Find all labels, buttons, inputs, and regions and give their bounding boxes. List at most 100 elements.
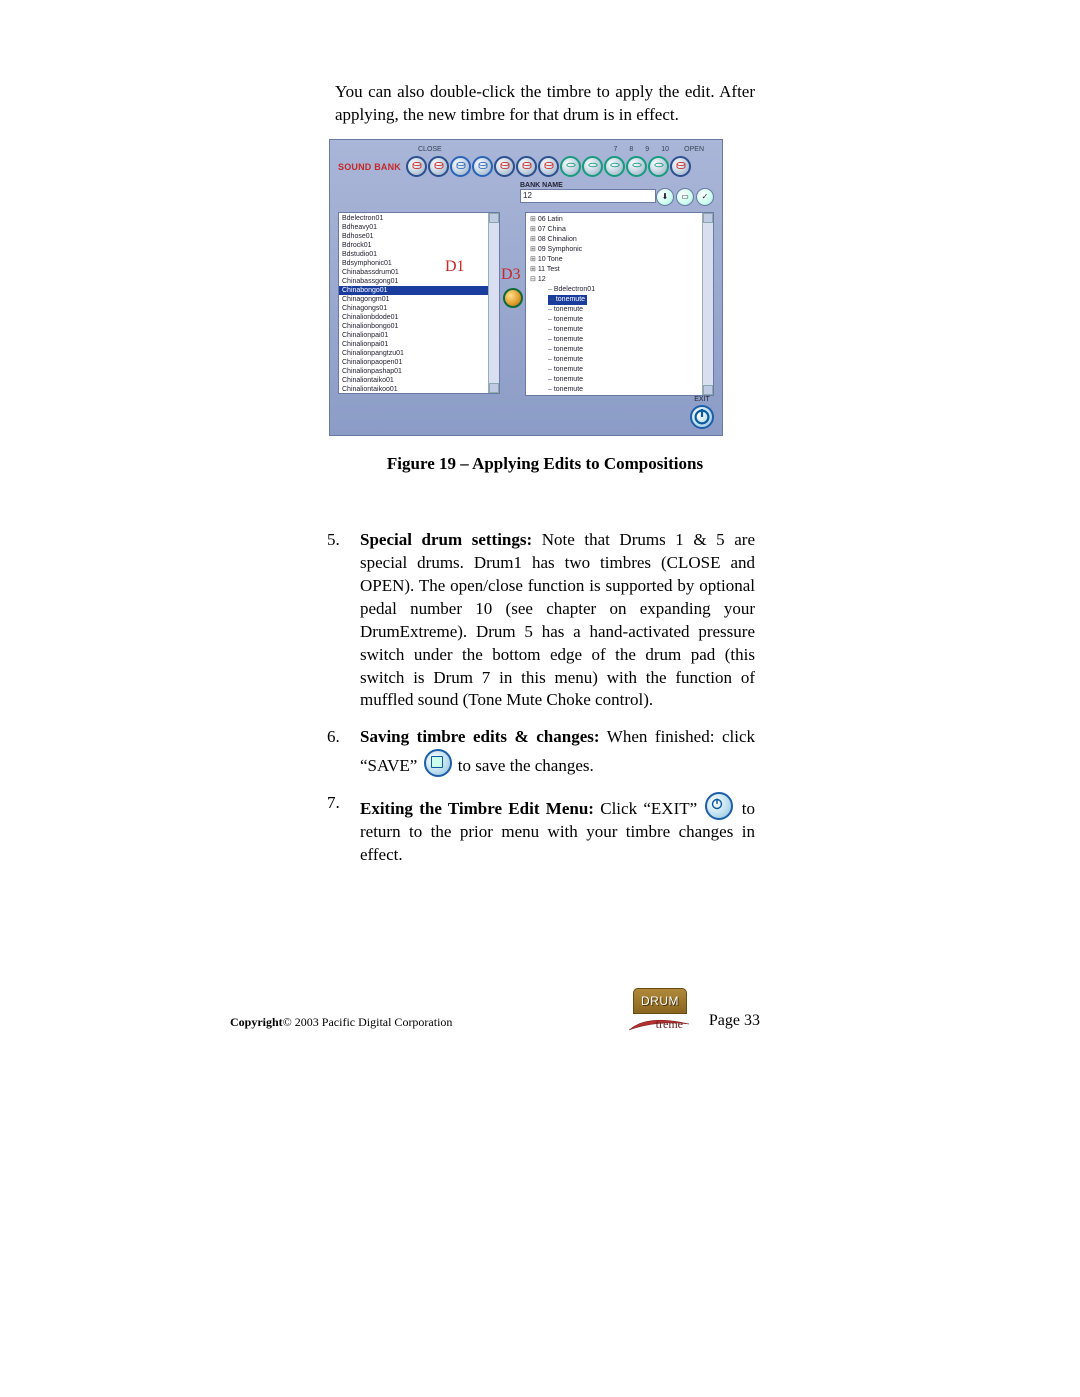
drum-extreme-logo: DRUM treme	[633, 988, 685, 1034]
d1-annotation: D1	[445, 258, 465, 276]
step-7: Exiting the Timbre Edit Menu: Click “EXI…	[335, 792, 755, 867]
copyright-bold: Copyright	[230, 1015, 283, 1029]
tree-node-open[interactable]: 12	[530, 275, 709, 285]
figure-caption: Figure 19 – Applying Edits to Compositio…	[335, 454, 755, 474]
tree-node[interactable]: 06 Latin	[530, 215, 709, 225]
drum-num-8: 8	[629, 146, 633, 153]
timbre-list-item[interactable]: Chinagongm01	[339, 295, 499, 304]
drum-button-3[interactable]	[450, 156, 471, 177]
tree-child[interactable]: tonemute	[548, 345, 709, 355]
tree-child[interactable]: tonemute	[548, 355, 709, 365]
apply-icon[interactable]	[503, 288, 523, 308]
intro-line1: You can also double-click the timbre to …	[335, 82, 715, 101]
tree-scroll-down-button[interactable]	[703, 385, 713, 395]
logo-top-text: DRUM	[633, 988, 687, 1014]
tree-child[interactable]: tonemute	[548, 335, 709, 345]
timbre-list-item[interactable]: Chinabongo01	[339, 286, 499, 295]
tree-scroll-up-button[interactable]	[703, 213, 713, 223]
drum-button-4[interactable]	[472, 156, 493, 177]
tree-child[interactable]: Bdelectron01	[548, 285, 709, 295]
scroll-up-button[interactable]	[489, 213, 499, 223]
save-icon: ▭	[681, 192, 689, 201]
timbre-list-item[interactable]: Bdheavy01	[339, 223, 499, 232]
timbre-list-item[interactable]: Chinalionpai01	[339, 331, 499, 340]
tree-node[interactable]: 07 China	[530, 225, 709, 235]
timbre-list-item[interactable]: Bdrock01	[339, 241, 499, 250]
timbre-list-item[interactable]: Chinalionbdode01	[339, 313, 499, 322]
bank-tree[interactable]: 06 Latin07 China08 Chinalion09 Symphonic…	[525, 212, 714, 396]
drum-button-open[interactable]	[670, 156, 691, 177]
timbre-list-item[interactable]: Chinaliontaikoo01	[339, 385, 499, 394]
open-label: OPEN	[684, 146, 704, 153]
step-6-text-b: to save the changes.	[454, 756, 594, 775]
bank-name-label: BANK NAME	[520, 182, 563, 189]
drum-num-9: 9	[645, 146, 649, 153]
timbre-list-item[interactable]: Chinagongs01	[339, 304, 499, 313]
bank-tree-scrollbar[interactable]	[702, 213, 713, 395]
drum-button-1[interactable]	[406, 156, 427, 177]
drum-number-labels: 7 8 9 10	[613, 146, 669, 153]
timbre-list-item[interactable]: Chinalionpashap01	[339, 367, 499, 376]
drum-num-7: 7	[613, 146, 617, 153]
tree-child[interactable]: tonemute	[548, 305, 709, 315]
page-footer: Copyright© 2003 Pacific Digital Corporat…	[230, 970, 760, 1030]
tree-child[interactable]: tonemute	[548, 315, 709, 325]
drum-selector-row	[406, 156, 691, 177]
tree-child[interactable]: tonemute	[548, 385, 709, 395]
tree-node[interactable]: 08 Chinalion	[530, 235, 709, 245]
tree-child-selected[interactable]: tonemute	[548, 295, 587, 305]
drum-button-9[interactable]	[582, 156, 603, 177]
timbre-list-item[interactable]: Bdhose01	[339, 232, 499, 241]
timbre-list-item[interactable]: Bdsymphonic01	[339, 259, 499, 268]
timbre-list-item[interactable]: Chinalionbongo01	[339, 322, 499, 331]
timbre-list-item[interactable]: Bdelectron01	[339, 214, 499, 223]
intro-paragraph: You can also double-click the timbre to …	[335, 81, 755, 127]
download-icon: ⬇	[662, 192, 669, 201]
tree-child[interactable]: tonemute	[548, 325, 709, 335]
step-7-title: Exiting the Timbre Edit Menu:	[360, 799, 594, 818]
drum-button-6[interactable]	[516, 156, 537, 177]
bank-name-input[interactable]: 12	[520, 189, 656, 203]
screenshot-applying-edits: CLOSE 7 8 9 10 OPEN SOUND BANK	[329, 139, 723, 436]
tree-node[interactable]: 09 Symphonic	[530, 245, 709, 255]
logo-sub-text: treme	[656, 1017, 683, 1032]
timbre-list-scrollbar[interactable]	[488, 213, 499, 393]
timbre-list-item[interactable]: Chinabassdrum01	[339, 268, 499, 277]
timbre-list-item[interactable]: Chinalionpangtzu01	[339, 349, 499, 358]
step-5: Special drum settings: Note that Drums 1…	[335, 529, 755, 713]
sound-bank-label: SOUND BANK	[338, 162, 401, 172]
exit-icon	[705, 792, 733, 820]
timbre-list-item[interactable]: Bdstudio01	[339, 250, 499, 259]
save-button[interactable]: ▭	[676, 188, 694, 206]
tree-node[interactable]: 11 Test	[530, 265, 709, 275]
tree-child[interactable]: tonemute	[548, 375, 709, 385]
confirm-button[interactable]: ✓	[696, 188, 714, 206]
drum-button-8[interactable]	[560, 156, 581, 177]
timbre-list-item[interactable]: Chinabassgong01	[339, 277, 499, 286]
step-6: Saving timbre edits & changes: When fini…	[335, 726, 755, 778]
d3-annotation: D3	[501, 266, 521, 284]
step-5-title: Special drum settings:	[360, 530, 532, 549]
drum-button-12[interactable]	[648, 156, 669, 177]
timbre-list[interactable]: Bdelectron01Bdheavy01Bdhose01Bdrock01Bds…	[338, 212, 500, 394]
power-icon	[692, 407, 712, 427]
download-button[interactable]: ⬇	[656, 188, 674, 206]
timbre-list-item[interactable]: Chinalionpai01	[339, 340, 499, 349]
drum-button-7[interactable]	[538, 156, 559, 177]
scroll-down-button[interactable]	[489, 383, 499, 393]
drum-button-5[interactable]	[494, 156, 515, 177]
drum-button-2[interactable]	[428, 156, 449, 177]
tree-child[interactable]: tonemute	[548, 365, 709, 375]
drum-button-11[interactable]	[626, 156, 647, 177]
check-icon: ✓	[702, 192, 709, 201]
tree-node[interactable]: 10 Tone	[530, 255, 709, 265]
timbre-list-item[interactable]: Chinalionpaopen01	[339, 358, 499, 367]
copyright-text: © 2003 Pacific Digital Corporation	[283, 1015, 453, 1029]
exit-label: EXIT	[690, 396, 714, 403]
exit-button[interactable]	[690, 405, 714, 429]
timbre-list-item[interactable]: Chinaliontaiko01	[339, 376, 499, 385]
numbered-steps: Special drum settings: Note that Drums 1…	[335, 529, 755, 867]
drum-button-10[interactable]	[604, 156, 625, 177]
drum-num-10: 10	[661, 146, 669, 153]
step-6-title: Saving timbre edits & changes:	[360, 727, 600, 746]
